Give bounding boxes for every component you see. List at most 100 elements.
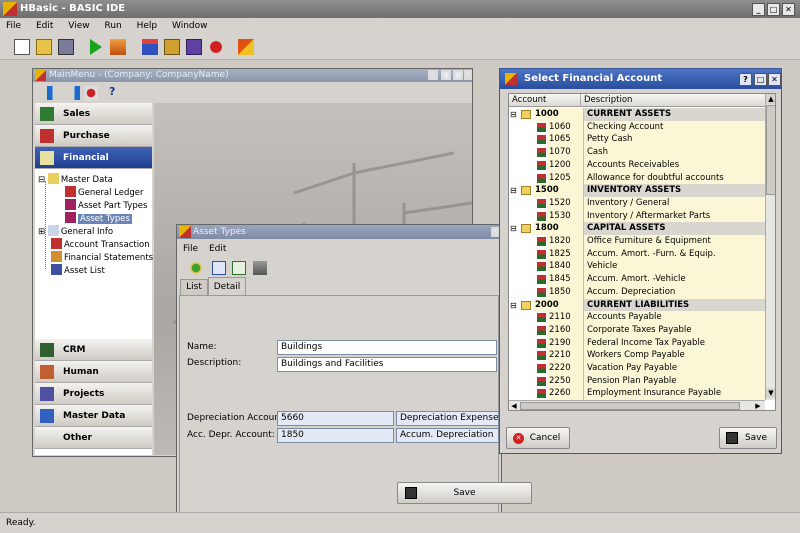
tree-item-general-ledger[interactable]: General Ledger [65,186,144,199]
main-menu-maximize-icon[interactable]: ■ [453,70,463,80]
open-folder-icon[interactable] [36,39,52,55]
account-row[interactable]: 2110 Accounts Payable [509,311,765,325]
tools-icon[interactable] [238,39,254,55]
nav-financial-button[interactable]: Financial [35,147,152,169]
grid-hscroll-thumb[interactable] [520,402,740,410]
tree-item-asset-list[interactable]: Asset List [51,264,105,277]
new-file-icon[interactable] [14,39,30,55]
reload-icon[interactable] [232,261,246,275]
account-group-row[interactable]: ⊟ 2000 CURRENT LIABILITIES [509,298,765,312]
nav-other-button[interactable]: Other [35,427,152,449]
collapse-toggle-icon[interactable]: ⊟ [510,299,517,312]
account-row[interactable]: 2260 Employment Insurance Payable [509,387,765,400]
tree-item-account-transaction[interactable]: Account Transaction [51,238,150,251]
main-menu-minimize-icon[interactable]: ● [441,70,451,80]
account-row[interactable]: 1060 Checking Account [509,120,765,134]
description-field[interactable]: Buildings and Facilities [277,357,497,372]
module-icon[interactable] [186,39,202,55]
tree-item-financial-statements[interactable]: Financial Statements [51,251,153,264]
account-group-row[interactable]: ⊟ 1000 CURRENT ASSETS [509,108,765,121]
maximize-icon[interactable]: □ [767,3,780,16]
menu-help[interactable]: Help [131,18,164,34]
collapse-all-icon[interactable] [66,86,80,100]
asset-menu-edit[interactable]: Edit [209,241,226,257]
stop-icon[interactable] [84,86,98,100]
account-row[interactable]: 1820 Office Furniture & Equipment [509,235,765,248]
grid-scroll-up-arrow[interactable]: ▲ [766,94,775,104]
account-row[interactable]: 2210 Workers Comp Payable [509,349,765,363]
package-icon[interactable] [164,39,180,55]
main-menu-resize-icon[interactable]: ↖ [428,70,438,80]
account-row[interactable]: 1200 Accounts Receivables [509,158,765,172]
fin-maximize-icon[interactable]: □ [754,73,767,86]
account-group-row[interactable]: ⊟ 1500 INVENTORY ASSETS [509,184,765,198]
grid-horizontal-scrollbar[interactable]: ◀ ▶ [509,400,765,410]
nav-master-data-button[interactable]: Master Data [35,405,152,427]
collapse-toggle-icon[interactable]: ⊟ [510,108,517,121]
grid-scroll-down-arrow[interactable]: ▼ [766,388,775,398]
properties-icon[interactable] [212,261,226,275]
collapse-toggle-icon[interactable]: ⊟ [510,222,517,235]
name-field[interactable]: Buildings [277,340,497,355]
close-icon[interactable]: ✕ [782,3,795,16]
account-row[interactable]: 1205 Allowance for doubtful accounts [509,171,765,185]
account-row[interactable]: 1530 Inventory / Aftermarket Parts [509,209,765,223]
menu-view[interactable]: View [62,18,95,34]
debug-bug-icon[interactable] [208,39,224,55]
account-row[interactable]: 1065 Petty Cash [509,133,765,147]
nav-human-resources-button[interactable]: Human Resources [35,361,152,399]
col-header-account[interactable]: Account [509,94,581,107]
trash-icon[interactable] [253,261,267,275]
fin-cancel-button[interactable]: ✕ Cancel [506,427,570,449]
nav-sales-button[interactable]: Sales [35,103,152,125]
grid-scroll-thumb[interactable] [766,105,775,195]
menu-run[interactable]: Run [98,18,127,34]
run-icon[interactable] [90,39,102,55]
account-row[interactable]: 2160 Corporate Taxes Payable [509,323,765,337]
expand-all-icon[interactable] [47,86,61,100]
tab-detail[interactable]: Detail [208,277,246,296]
account-row[interactable]: 1070 Cash [509,146,765,160]
account-row[interactable]: 1850 Accum. Depreciation [509,285,765,299]
fin-help-icon[interactable]: ? [739,73,752,86]
grid-scroll-left-arrow[interactable]: ◀ [509,401,519,410]
main-menu-close-icon[interactable]: ✕ [464,70,472,80]
account-row[interactable]: 1520 Inventory / General [509,196,765,210]
account-row[interactable]: 1825 Accum. Amort. -Furn. & Equip. [509,247,765,261]
step-icon[interactable] [110,39,126,55]
minimize-icon[interactable]: _ [752,3,765,16]
tree-item-asset-types[interactable]: Asset Types [65,212,132,225]
help-icon[interactable]: ? [109,85,123,99]
account-row[interactable]: 2190 Federal Income Tax Payable [509,336,765,350]
nav-purchase-button[interactable]: Purchase [35,125,152,147]
refresh-icon[interactable] [189,261,203,275]
asset-menu-file[interactable]: File [183,241,198,257]
grid-scroll-right-arrow[interactable]: ▶ [753,401,763,410]
nav-projects-button[interactable]: Projects [35,383,152,405]
account-description: Vehicle [584,260,765,274]
fin-save-button[interactable]: Save [719,427,777,449]
account-group-row[interactable]: ⊟ 1800 CAPITAL ASSETS [509,222,765,236]
account-description: Employment Insurance Payable [584,387,765,400]
account-row[interactable]: 2220 Vacation Pay Payable [509,362,765,375]
depreciation-account-code-field[interactable]: 5660 [277,411,394,426]
account-row[interactable]: 2250 Pension Plan Payable [509,374,765,388]
tree-item-general-info[interactable]: ⊞ General Info [38,225,113,238]
collapse-toggle-icon[interactable]: ⊟ [510,184,517,197]
menu-file[interactable]: File [0,18,27,34]
save-icon[interactable] [58,39,74,55]
acc-depr-account-code-field[interactable]: 1850 [277,428,394,443]
tree-item-asset-part-types[interactable]: Asset Part Types [65,199,147,212]
menu-window[interactable]: Window [166,18,214,34]
account-row[interactable]: 1845 Accum. Amort. -Vehicle [509,273,765,287]
asset-save-button[interactable]: Save [397,482,532,504]
fin-close-icon[interactable]: ✕ [768,73,781,86]
tree-item-master-data[interactable]: ⊟ Master Data [38,173,113,186]
form-icon[interactable] [142,39,158,55]
nav-crm-button[interactable]: CRM [35,339,152,361]
grid-vertical-scrollbar[interactable]: ▲ ▼ [765,94,775,400]
tab-list[interactable]: List [180,279,208,295]
col-header-description[interactable]: Description [581,94,766,107]
account-row[interactable]: 1840 Vehicle [509,260,765,274]
menu-edit[interactable]: Edit [30,18,59,34]
